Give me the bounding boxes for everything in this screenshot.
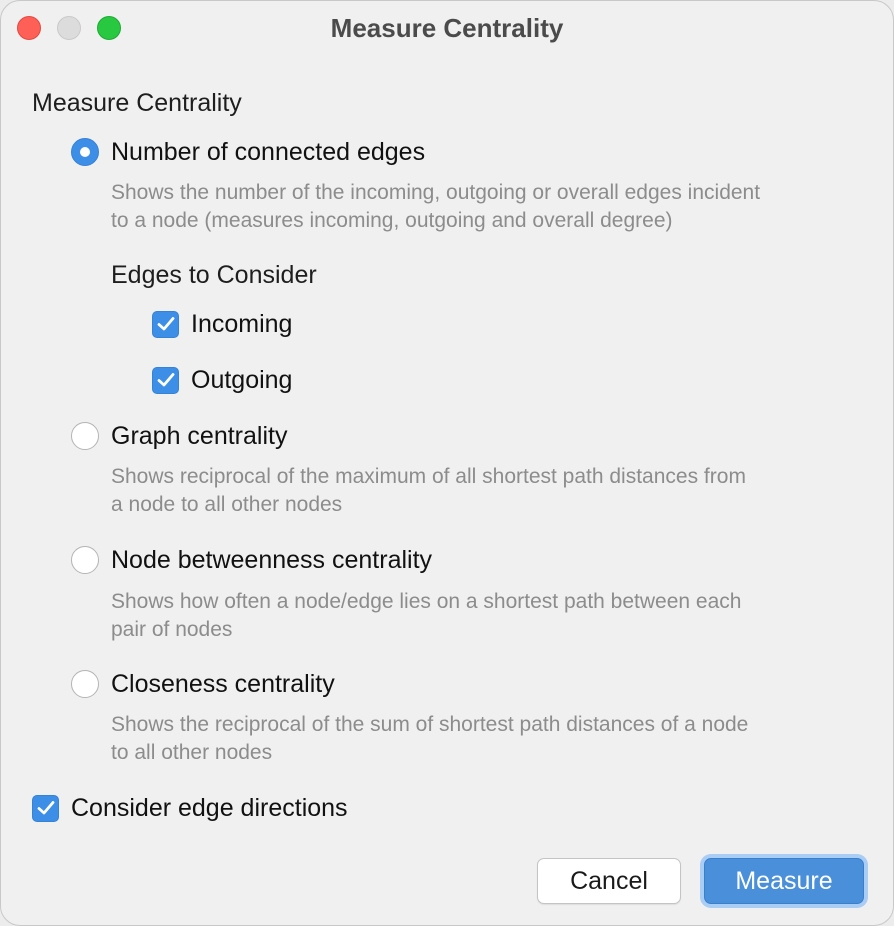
description-line: Shows the reciprocal of the sum of short…: [111, 713, 749, 736]
radio-label: Closeness centrality: [111, 669, 335, 698]
checkmark-icon: [157, 317, 174, 331]
checkbox-consider-edge-directions[interactable]: Consider edge directions: [32, 792, 348, 824]
radio-node-betweenness-centrality[interactable]: Node betweenness centrality: [71, 544, 432, 576]
option-description: Shows the number of the incoming, outgoi…: [111, 179, 871, 235]
section-label: Measure Centrality: [32, 89, 242, 117]
description-line: a node to all other nodes: [111, 493, 343, 516]
checkbox-incoming[interactable]: Incoming: [152, 308, 292, 340]
description-line: Shows the number of the incoming, outgoi…: [111, 181, 761, 204]
checkbox-outgoing[interactable]: Outgoing: [152, 364, 292, 396]
measure-button[interactable]: Measure: [704, 858, 864, 904]
checkbox-label: Incoming: [191, 309, 293, 338]
option-description: Shows reciprocal of the maximum of all s…: [111, 463, 871, 519]
window-title: Measure Centrality: [330, 13, 564, 43]
checkmark-icon: [157, 373, 174, 387]
cancel-button[interactable]: Cancel: [537, 858, 681, 904]
description-line: Shows how often a node/edge lies on a sh…: [111, 590, 742, 613]
description-line: to all other nodes: [111, 741, 273, 764]
radio-closeness-centrality[interactable]: Closeness centrality: [71, 668, 335, 700]
radio-label: Graph centrality: [111, 421, 288, 450]
radio-graph-centrality[interactable]: Graph centrality: [71, 420, 287, 452]
radio-label: Node betweenness centrality: [111, 545, 433, 574]
radio-button[interactable]: [71, 546, 99, 574]
radio-button[interactable]: [71, 422, 99, 450]
checkmark-icon: [37, 801, 54, 815]
checkbox-label: Consider edge directions: [71, 793, 348, 822]
radio-label: Number of connected edges: [111, 137, 426, 166]
option-description: Shows how often a node/edge lies on a sh…: [111, 588, 871, 644]
description-line: pair of nodes: [111, 618, 233, 641]
checkbox-checked[interactable]: [152, 310, 179, 338]
radio-button[interactable]: [71, 670, 99, 698]
measure-centrality-dialog: Measure Centrality Measure Centrality Nu…: [0, 0, 894, 926]
description-line: Shows reciprocal of the maximum of all s…: [111, 465, 746, 488]
edges-to-consider-label: Edges to Consider: [111, 261, 317, 289]
title-bar: Measure Centrality: [1, 1, 893, 55]
option-description: Shows the reciprocal of the sum of short…: [111, 711, 871, 767]
radio-button-selected[interactable]: [71, 138, 99, 166]
checkbox-checked[interactable]: [152, 366, 179, 394]
checkbox-label: Outgoing: [191, 365, 293, 394]
checkbox-checked[interactable]: [32, 794, 59, 822]
description-line: to a node (measures incoming, outgoing a…: [111, 209, 673, 232]
radio-number-of-connected-edges[interactable]: Number of connected edges: [71, 136, 425, 168]
